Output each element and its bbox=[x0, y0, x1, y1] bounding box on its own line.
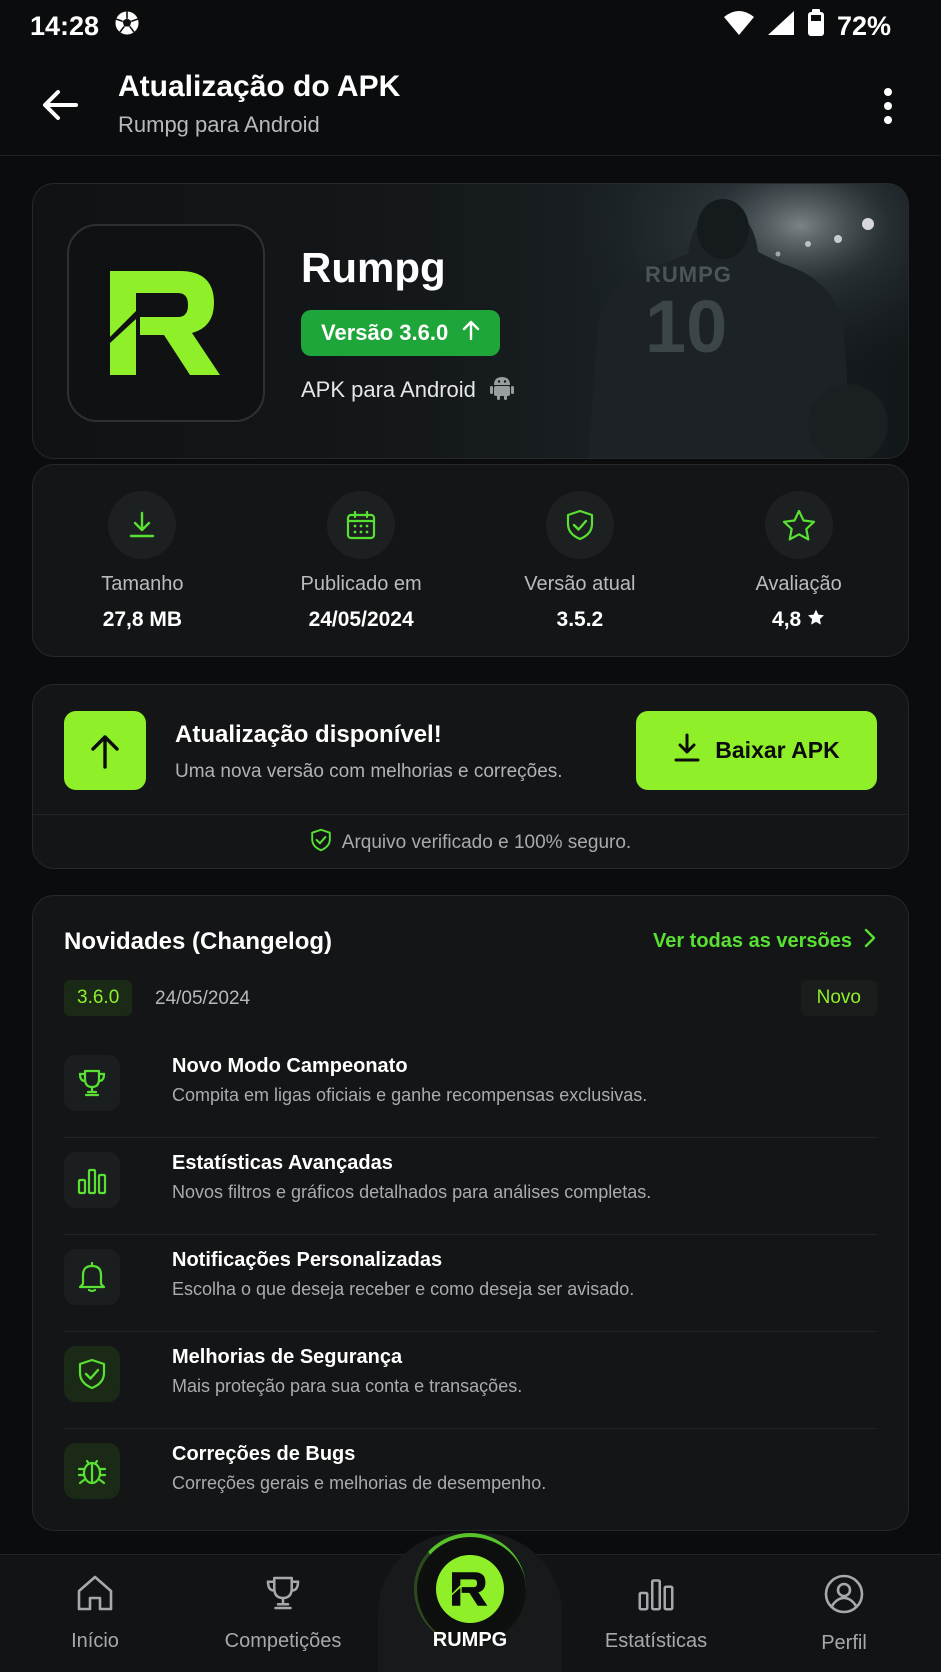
chevron-right-icon bbox=[864, 928, 876, 954]
bar-chart-icon bbox=[636, 1573, 676, 1618]
back-arrow-icon[interactable] bbox=[38, 82, 84, 128]
stat-label: Avaliação bbox=[755, 573, 842, 595]
bug-icon bbox=[64, 1443, 120, 1499]
profile-icon bbox=[823, 1573, 865, 1620]
app-name: Rumpg bbox=[301, 244, 446, 291]
app-bar: Atualização do APK Rumpg para Android bbox=[0, 58, 941, 156]
changelog-card: Novidades (Changelog) Ver todas as versõ… bbox=[32, 895, 909, 1531]
app-icon bbox=[67, 224, 265, 422]
item-title: Estatísticas Avançadas bbox=[172, 1152, 393, 1174]
version-label: Versão 3.6.0 bbox=[321, 320, 449, 345]
shield-check-icon bbox=[64, 1346, 120, 1402]
app-hero-card: RUMPG 10 Rumpg Versão 3.6.0 APK para And… bbox=[32, 183, 909, 459]
list-item: Melhorias de Segurança Mais proteção par… bbox=[64, 1332, 877, 1429]
signal-icon bbox=[767, 10, 795, 43]
download-icon bbox=[108, 491, 177, 559]
rating-value: 4,8 bbox=[772, 608, 802, 631]
list-item: Novo Modo Campeonato Compita em ligas of… bbox=[64, 1041, 877, 1138]
item-description: Novos filtros e gráficos detalhados para… bbox=[172, 1182, 652, 1202]
nav-item-profile[interactable]: Perfil bbox=[754, 1573, 934, 1655]
page-subtitle: Rumpg para Android bbox=[118, 112, 320, 137]
nav-label: Competições bbox=[224, 1630, 342, 1652]
update-available-card: Atualização disponível! Uma nova versão … bbox=[32, 684, 909, 869]
divider bbox=[33, 814, 908, 815]
trophy-icon bbox=[64, 1055, 120, 1111]
trophy-icon bbox=[262, 1573, 304, 1618]
item-description: Compita em ligas oficiais e ganhe recomp… bbox=[172, 1085, 648, 1105]
star-icon bbox=[764, 491, 833, 559]
status-time: 14:28 bbox=[30, 10, 100, 41]
item-description: Mais proteção para sua conta e transaçõe… bbox=[172, 1376, 523, 1396]
list-item: Correções de Bugs Correções gerais e mel… bbox=[64, 1429, 877, 1526]
more-options-icon[interactable] bbox=[875, 84, 901, 128]
rumpg-logo bbox=[436, 1555, 504, 1623]
arrow-up-icon bbox=[462, 320, 480, 346]
item-description: Correções gerais e melhorias de desempen… bbox=[172, 1473, 547, 1493]
bar-chart-icon bbox=[64, 1152, 120, 1208]
rumpg-logo-icon bbox=[110, 271, 220, 375]
status-bar: 14:28 72% bbox=[0, 0, 941, 52]
soccer-ball-icon bbox=[113, 9, 141, 44]
stat-label: Tamanho bbox=[101, 573, 184, 595]
stat-current-version: Versão atual 3.5.2 bbox=[471, 465, 690, 656]
new-badge: Novo bbox=[800, 980, 877, 1016]
app-info-stats: Tamanho 27,8 MB Publicado em 24/05/2024 … bbox=[32, 464, 909, 657]
see-all-versions-link[interactable]: Ver todas as versões bbox=[653, 928, 876, 954]
jersey-number: 10 bbox=[645, 285, 728, 368]
verified-note: Arquivo verificado e 100% seguro. bbox=[33, 828, 908, 858]
item-title: Novo Modo Campeonato bbox=[172, 1055, 408, 1077]
stat-value: 24/05/2024 bbox=[308, 608, 414, 631]
stat-published: Publicado em 24/05/2024 bbox=[252, 465, 471, 656]
stat-value: 3.5.2 bbox=[556, 608, 604, 631]
nav-item-rumpg[interactable]: RUMPG bbox=[378, 1533, 562, 1672]
nav-label: RUMPG bbox=[432, 1629, 508, 1651]
update-description: Uma nova versão com melhorias e correçõe… bbox=[175, 761, 563, 782]
item-description: Escolha o que deseja receber e como dese… bbox=[172, 1279, 635, 1299]
download-apk-button[interactable]: Baixar APK bbox=[636, 711, 877, 790]
page-title: Atualização do APK bbox=[118, 70, 401, 103]
bottom-navigation: Início Competições RUMPG Estatísticas Pe… bbox=[0, 1533, 941, 1672]
nav-item-home[interactable]: Início bbox=[5, 1573, 185, 1653]
stat-value: 4,8 bbox=[772, 608, 825, 632]
bell-icon bbox=[64, 1249, 120, 1305]
battery-percent: 72% bbox=[836, 10, 891, 41]
nav-label: Estatísticas bbox=[604, 1630, 708, 1652]
list-item: Estatísticas Avançadas Novos filtros e g… bbox=[64, 1138, 877, 1235]
download-button-label: Baixar APK bbox=[715, 737, 840, 763]
changelog-title: Novidades (Changelog) bbox=[64, 928, 333, 955]
nav-item-competitions[interactable]: Competições bbox=[193, 1573, 373, 1653]
stat-value: 27,8 MB bbox=[102, 608, 183, 631]
update-title: Atualização disponível! bbox=[175, 721, 442, 748]
battery-icon bbox=[807, 8, 825, 44]
download-icon bbox=[673, 733, 701, 769]
nav-label: Início bbox=[71, 1630, 119, 1652]
platform-label: APK para Android bbox=[301, 374, 514, 406]
nav-item-statistics[interactable]: Estatísticas bbox=[566, 1573, 746, 1653]
version-date: 24/05/2024 bbox=[155, 988, 251, 1009]
calendar-icon bbox=[327, 491, 396, 559]
rating-star-icon bbox=[807, 608, 825, 632]
stat-label: Versão atual bbox=[524, 573, 636, 595]
home-icon bbox=[74, 1573, 116, 1618]
item-title: Correções de Bugs bbox=[172, 1443, 356, 1465]
see-all-label: Ver todas as versões bbox=[652, 929, 852, 952]
platform-text: APK para Android bbox=[301, 377, 476, 402]
version-tag: 3.6.0 bbox=[64, 980, 133, 1016]
shield-check-icon bbox=[545, 491, 614, 559]
item-title: Melhorias de Segurança bbox=[172, 1346, 403, 1368]
stat-rating: Avaliação 4,8 bbox=[689, 465, 908, 656]
stat-size: Tamanho 27,8 MB bbox=[33, 465, 252, 656]
wifi-icon bbox=[723, 10, 755, 43]
android-icon bbox=[489, 374, 514, 406]
item-title: Notificações Personalizadas bbox=[172, 1249, 443, 1271]
list-item: Notificações Personalizadas Escolha o qu… bbox=[64, 1235, 877, 1332]
version-badge: Versão 3.6.0 bbox=[301, 310, 501, 356]
shield-check-icon bbox=[310, 828, 332, 858]
nav-label: Perfil bbox=[821, 1632, 867, 1654]
stat-label: Publicado em bbox=[300, 573, 422, 595]
update-arrow-icon bbox=[64, 711, 146, 790]
verified-text: Arquivo verificado e 100% seguro. bbox=[341, 832, 632, 853]
